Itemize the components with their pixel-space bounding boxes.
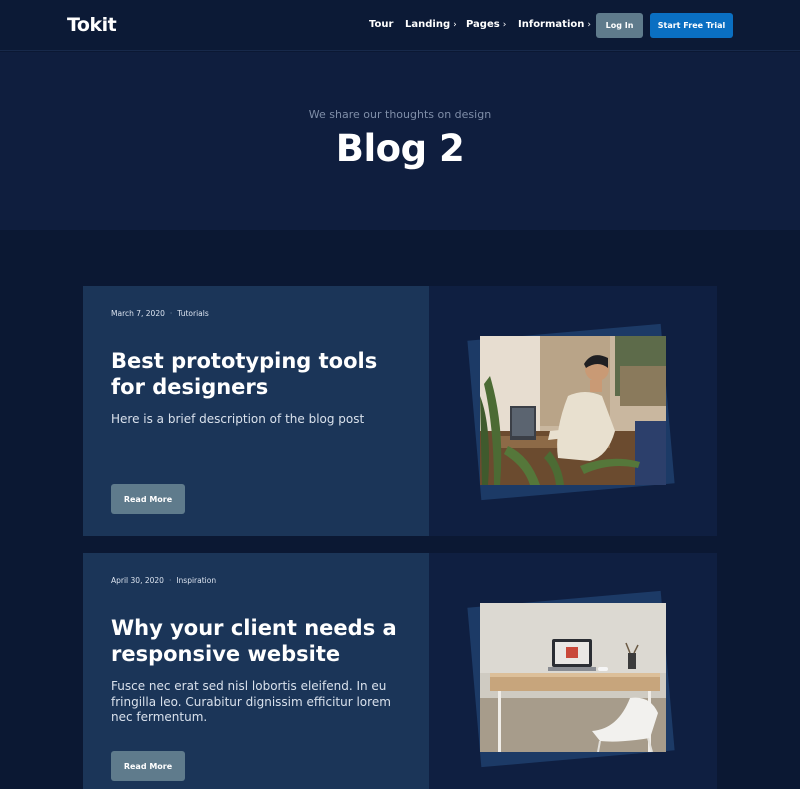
top-navbar: Tokit Tour Landing › Pages › Information › … <box>0 0 800 51</box>
page-title: Blog 2 <box>335 127 465 170</box>
post-meta: April 30, 2020 · Inspiration <box>111 576 216 585</box>
blog-post-card: March 7, 2020 · Tutorials Best prototyping… <box>83 286 717 536</box>
blog-post-card: April 30, 2020 · Inspiration Why your clie… <box>83 553 717 789</box>
post-content-panel: March 7, 2020 · Tutorials Best prototyping… <box>83 286 429 536</box>
nav-item-tour[interactable]: Tour <box>369 19 393 30</box>
meta-separator: · <box>168 576 172 585</box>
post-title[interactable]: Best prototyping tools for designers <box>111 348 411 400</box>
post-image-panel <box>429 286 717 536</box>
post-image-panel <box>429 553 717 789</box>
nav-item-landing[interactable]: Landing › <box>405 19 457 30</box>
post-category[interactable]: Tutorials <box>177 309 208 318</box>
logo[interactable]: Tokit <box>67 14 117 36</box>
chevron-right-icon: › <box>587 20 591 30</box>
post-title[interactable]: Why your client needs a responsive websi… <box>111 615 411 667</box>
nav-item-information[interactable]: Information › <box>518 19 591 30</box>
post-category[interactable]: Inspiration <box>176 576 216 585</box>
chevron-right-icon: › <box>453 20 457 30</box>
nav-label: Tour <box>369 19 394 30</box>
post-image-desk-laptop[interactable] <box>480 603 666 752</box>
post-image-person-at-desk[interactable] <box>480 336 666 485</box>
nav-item-pages[interactable]: Pages › <box>466 19 506 30</box>
post-date: April 30, 2020 <box>111 576 164 585</box>
read-more-button[interactable]: Read More <box>111 751 185 781</box>
post-meta: March 7, 2020 · Tutorials <box>111 309 209 318</box>
nav-label: Pages <box>466 19 500 30</box>
read-more-button[interactable]: Read More <box>111 484 185 514</box>
hero-subtitle: We share our thoughts on design <box>308 108 492 121</box>
nav-label: Landing <box>405 19 451 30</box>
chevron-right-icon: › <box>502 20 507 30</box>
post-description: Fusce nec erat sed nisl lobortis eleifen… <box>111 679 391 724</box>
post-date: March 7, 2020 <box>111 309 165 318</box>
post-content-panel: April 30, 2020 · Inspiration Why your clie… <box>83 553 429 789</box>
meta-separator: · <box>169 309 173 318</box>
start-free-trial-button[interactable]: Start Free Trial <box>650 13 733 38</box>
login-button[interactable]: Log In <box>596 13 643 38</box>
post-description: Here is a brief description of the blog … <box>111 412 365 426</box>
nav-label: Information <box>518 19 585 30</box>
